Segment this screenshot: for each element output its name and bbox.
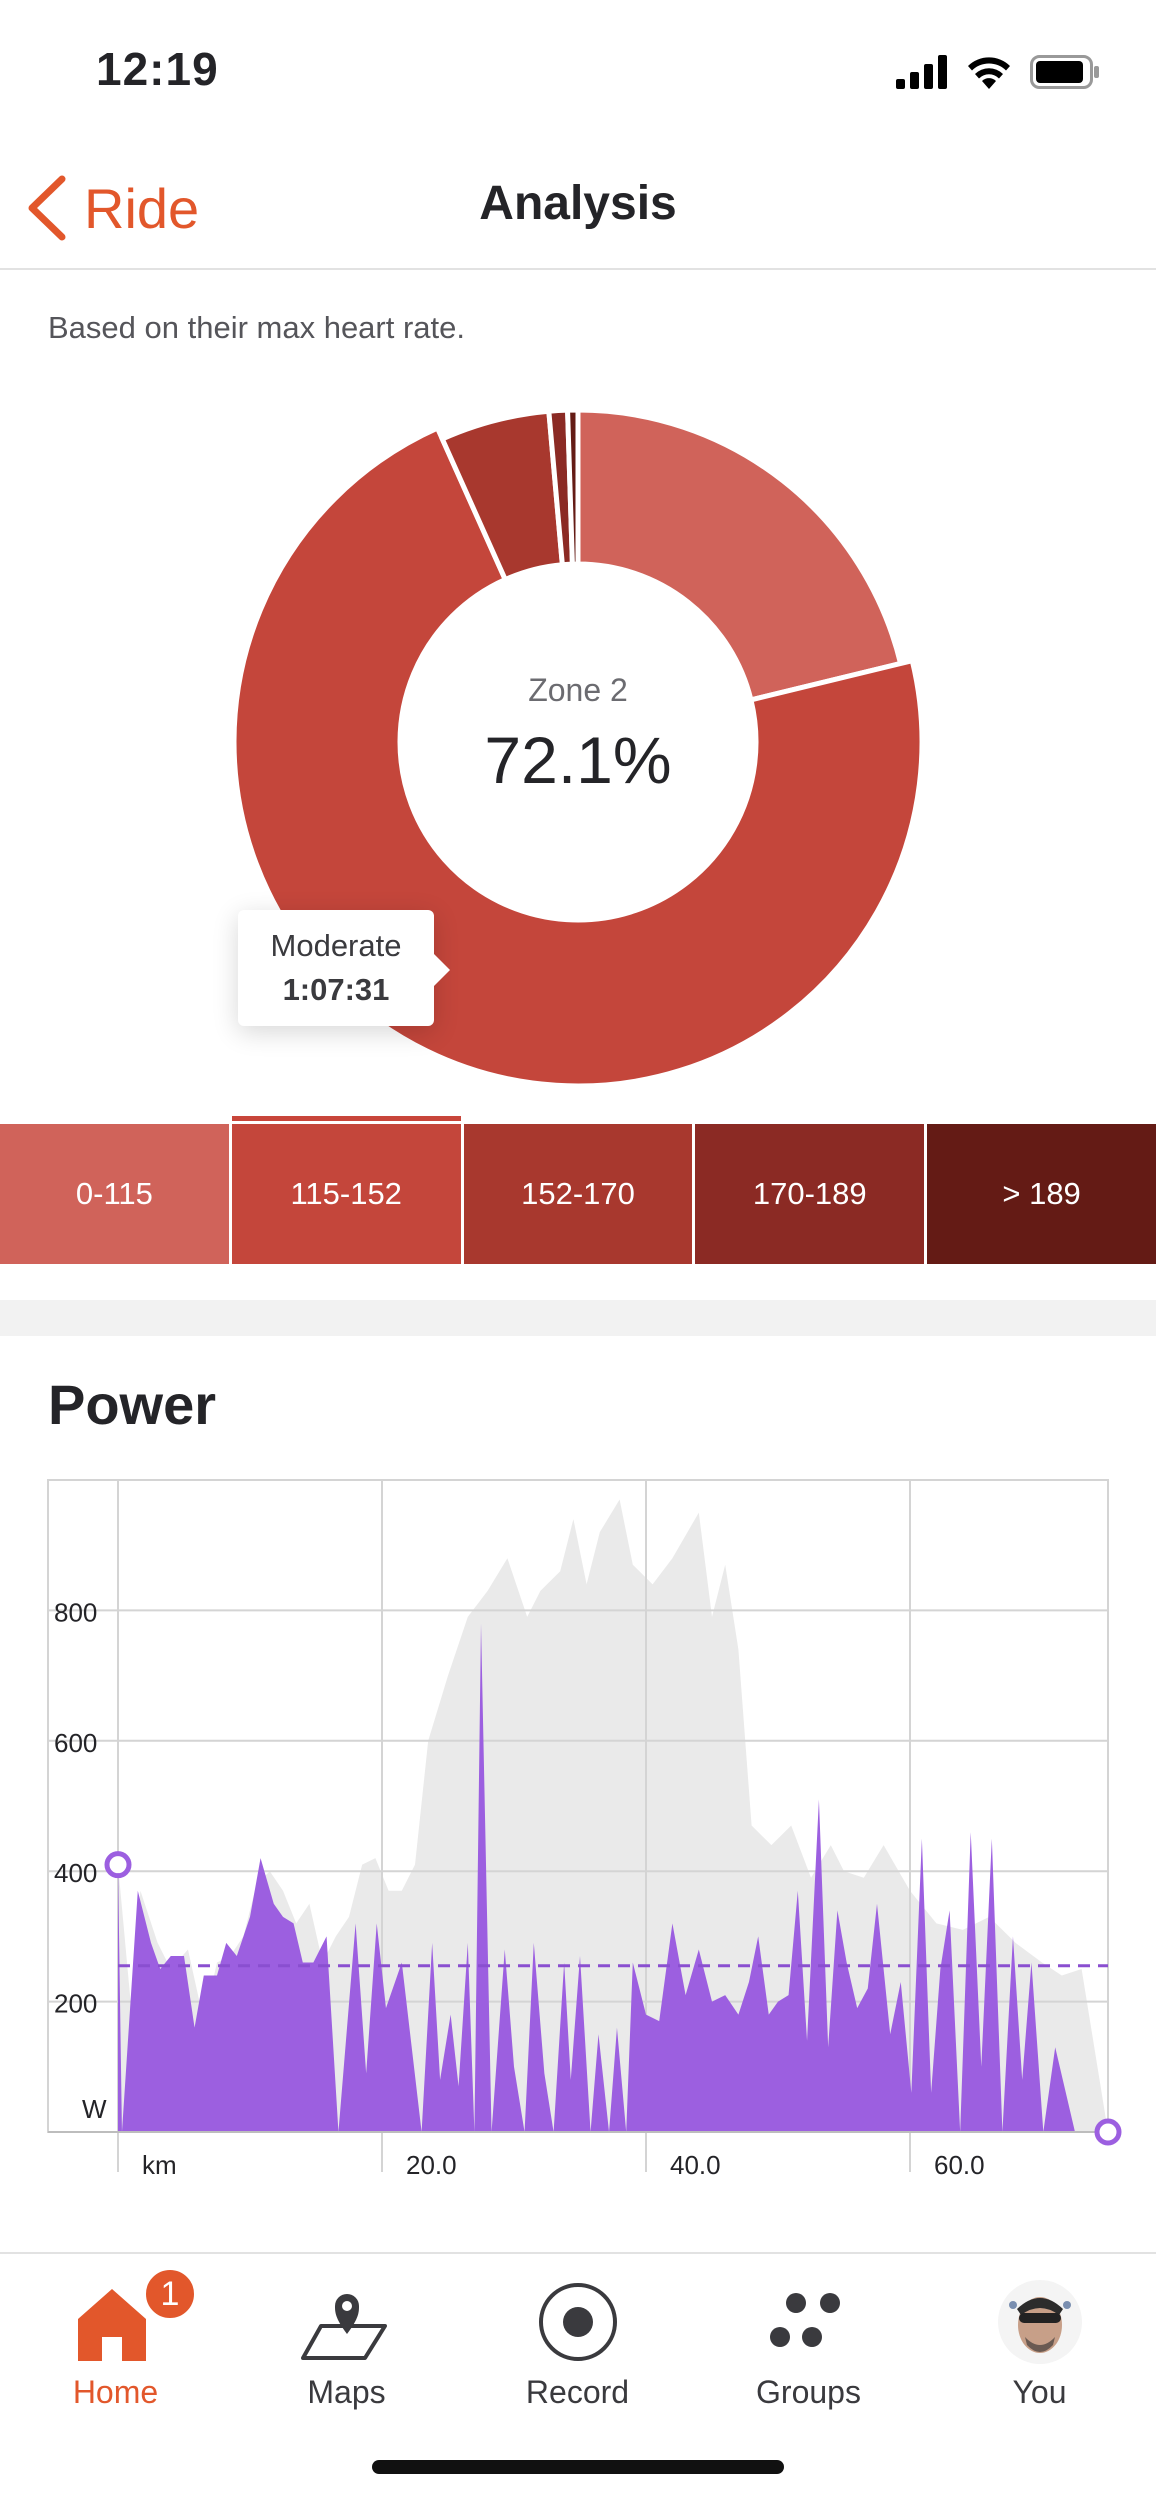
- section-divider: [0, 1300, 1156, 1336]
- x-tick-label: 40.0: [670, 2150, 721, 2180]
- tab-maps[interactable]: Maps: [231, 2254, 462, 2414]
- record-icon: [538, 2283, 617, 2361]
- navigation-bar: Ride Analysis: [0, 140, 1156, 270]
- tab-label-home: Home: [72, 2374, 159, 2410]
- notification-badge: 1: [142, 2266, 198, 2322]
- y-tick-label: 200: [54, 1989, 97, 2019]
- y-tick-label: 800: [54, 1597, 97, 1627]
- zone-cell-2[interactable]: 115-152: [231, 1116, 464, 1264]
- zone-cell-4[interactable]: 170-189: [695, 1124, 928, 1264]
- zone-cell-1[interactable]: 0-115: [0, 1124, 232, 1264]
- donut-center-zone: Zone 2: [528, 672, 628, 708]
- maps-icon: [300, 2294, 387, 2360]
- donut-center-percent: 72.1%: [484, 723, 672, 797]
- wifi-icon: [968, 57, 1010, 89]
- tab-you[interactable]: You: [924, 2254, 1155, 2414]
- battery-icon: [1030, 55, 1099, 89]
- range-start-handle[interactable]: [104, 1851, 132, 1879]
- tab-home[interactable]: 1 Home: [0, 2254, 231, 2414]
- x-unit-label: km: [142, 2150, 177, 2180]
- page-title: Analysis: [479, 177, 677, 230]
- x-tick-label: 20.0: [406, 2150, 457, 2180]
- status-bar: 12:19: [0, 0, 1156, 140]
- range-end-handle[interactable]: [1094, 2118, 1122, 2146]
- tab-record[interactable]: Record: [462, 2254, 693, 2414]
- cellular-signal-icon: [896, 55, 947, 89]
- y-tick-label: 600: [54, 1728, 97, 1758]
- zone-cell-5[interactable]: > 189: [927, 1124, 1156, 1264]
- zone-tooltip: Moderate 1:07:31: [238, 910, 450, 1026]
- tab-label-you: You: [1012, 2374, 1067, 2410]
- power-section-title: Power: [48, 1373, 217, 1436]
- heart-rate-subtitle: Based on their max heart rate.: [48, 310, 466, 345]
- zone-cell-3[interactable]: 152-170: [463, 1124, 696, 1264]
- groups-icon: [769, 2293, 840, 2347]
- tab-groups[interactable]: Groups: [693, 2254, 924, 2414]
- power-chart[interactable]: 200 400 600 800 Wkm 20.0 40.0 60.0: [0, 1460, 1156, 2200]
- tab-label-groups: Groups: [756, 2374, 861, 2410]
- tooltip-zone-name: Moderate: [270, 928, 402, 963]
- home-indicator: [372, 2460, 784, 2474]
- heart-rate-zone-legend: 0-115 115-152 152-170 170-189 > 189: [0, 1116, 1156, 1264]
- y-tick-label: 400: [54, 1858, 97, 1888]
- donut-slice-1[interactable]: [575, 407, 904, 703]
- status-time: 12:19: [96, 43, 219, 95]
- tooltip-zone-time: 1:07:31: [282, 972, 390, 1007]
- avatar: [997, 2280, 1082, 2364]
- tab-label-record: Record: [525, 2374, 630, 2410]
- tab-label-maps: Maps: [307, 2374, 386, 2410]
- x-tick-label: 60.0: [934, 2150, 985, 2180]
- y-unit-label: W: [82, 2094, 107, 2124]
